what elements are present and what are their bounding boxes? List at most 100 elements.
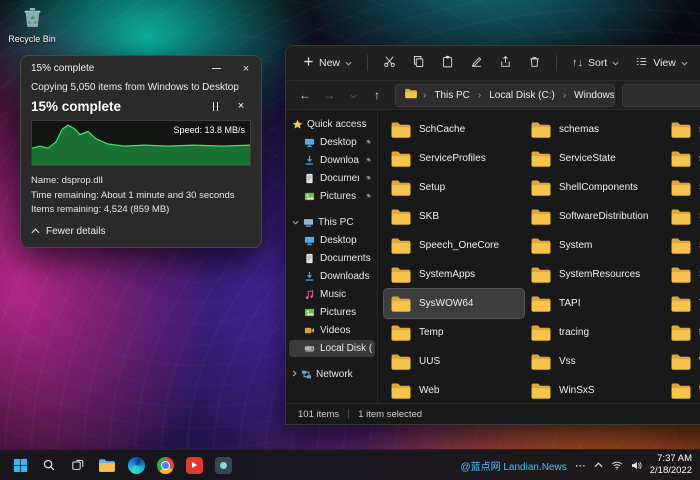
folder-item[interactable]: ShellComponents	[524, 173, 664, 202]
folder-item[interactable]: SystemTemp	[664, 260, 700, 289]
clock[interactable]: 7:37 AM 2/18/2022	[650, 453, 692, 478]
items-count: 101 items	[298, 409, 339, 420]
folder-item[interactable]: Tasks	[664, 289, 700, 318]
breadcrumb-separator: ›	[478, 90, 481, 101]
sidebar-item-downloads[interactable]: Downloads	[289, 268, 375, 285]
recycle-bin[interactable]: Recycle Bin	[3, 5, 61, 44]
folder-item[interactable]: Speech_OneCore	[384, 231, 524, 260]
sidebar-item-downloads[interactable]: Downloads	[289, 152, 375, 169]
folder-item[interactable]: WaaS	[664, 347, 700, 376]
back-button[interactable]: ←	[294, 84, 316, 106]
media-app-icon	[186, 457, 203, 474]
cut-button[interactable]	[376, 50, 403, 76]
folder-item[interactable]: WUModels	[664, 376, 700, 403]
sidebar-item-local-disk-c-[interactable]: Local Disk (C:)	[289, 340, 375, 357]
paste-button[interactable]	[434, 50, 461, 76]
folder-icon	[530, 179, 552, 197]
breadcrumb-item[interactable]: This PC	[431, 89, 473, 102]
folder-item[interactable]: SchCache	[384, 115, 524, 144]
cancel-button[interactable]: ×	[231, 98, 251, 114]
folder-icon	[670, 353, 692, 371]
folder-item[interactable]: SystemResources	[524, 260, 664, 289]
up-button[interactable]: ↑	[366, 84, 388, 106]
recent-locations-button[interactable]	[342, 84, 364, 106]
folder-item[interactable]: Speech	[664, 202, 700, 231]
folder-icon	[530, 353, 552, 371]
task-view-button[interactable]	[66, 453, 90, 477]
details-toggle[interactable]: Fewer details	[31, 226, 105, 237]
folder-item[interactable]: ShellExperiences	[664, 173, 700, 202]
breadcrumb-item[interactable]: Local Disk (C:)	[486, 89, 558, 102]
folder-item[interactable]: System	[524, 231, 664, 260]
tray-ellipsis-icon[interactable]: ⋯	[575, 459, 586, 472]
folder-item[interactable]: tracing	[524, 318, 664, 347]
share-button[interactable]	[492, 50, 519, 76]
folder-item[interactable]: SKB	[384, 202, 524, 231]
folder-item[interactable]: SoftwareDistribution	[524, 202, 664, 231]
quick-access-header[interactable]: Quick access	[289, 116, 375, 133]
wifi-icon[interactable]	[611, 461, 623, 470]
browser-taskbar-button[interactable]	[153, 453, 177, 477]
folder-item[interactable]: security	[664, 115, 700, 144]
network-header[interactable]: Network	[289, 366, 375, 383]
folder-item[interactable]: twain_32	[664, 318, 700, 347]
folder-item[interactable]: schemas	[524, 115, 664, 144]
sidebar-item-music[interactable]: Music	[289, 286, 375, 303]
folder-item[interactable]: Web	[384, 376, 524, 403]
new-button[interactable]: New	[296, 51, 359, 75]
tray-chevron-up-icon[interactable]	[594, 462, 603, 468]
folder-icon	[390, 208, 412, 226]
delete-button[interactable]	[521, 50, 548, 76]
desktop-icon	[304, 137, 315, 148]
taskbar: @蓝点网 Landian.News ⋯ 7:37 AM 2/18/2022	[0, 449, 700, 480]
folder-icon	[670, 266, 692, 284]
folder-item[interactable]: Vss	[524, 347, 664, 376]
folder-item[interactable]: System32	[664, 231, 700, 260]
sidebar-item-videos[interactable]: Videos	[289, 322, 375, 339]
volume-icon[interactable]	[631, 461, 642, 470]
tray-watermark-link[interactable]: @蓝点网 Landian.News	[460, 458, 566, 473]
forward-button[interactable]: →	[318, 84, 340, 106]
folder-label: UUS	[419, 356, 440, 367]
edge-taskbar-button[interactable]	[124, 453, 148, 477]
app-taskbar-button[interactable]	[211, 453, 235, 477]
search-input[interactable]	[622, 84, 700, 107]
address-bar[interactable]: ›This PC›Local Disk (C:)›Windows	[395, 84, 615, 107]
sidebar-item-documents[interactable]: Documents	[289, 250, 375, 267]
pause-button[interactable]	[205, 98, 225, 114]
tray-date: 2/18/2022	[650, 465, 692, 477]
folder-label: SKB	[419, 211, 439, 222]
folder-item[interactable]: UUS	[384, 347, 524, 376]
pause-icon	[213, 102, 214, 111]
media-app-taskbar-button[interactable]	[182, 453, 206, 477]
folder-icon	[390, 121, 412, 139]
file-explorer-taskbar-button[interactable]	[95, 453, 119, 477]
this-pc-header[interactable]: This PC	[289, 214, 375, 231]
folder-item[interactable]: ServiceState	[524, 144, 664, 173]
copy-button[interactable]	[405, 50, 432, 76]
rename-button[interactable]	[463, 50, 490, 76]
folder-item[interactable]: SysWOW64	[384, 289, 524, 318]
folder-item[interactable]: WinSxS	[524, 376, 664, 403]
search-button[interactable]	[37, 453, 61, 477]
start-button[interactable]	[8, 453, 32, 477]
sidebar-item-pictures[interactable]: Pictures	[289, 304, 375, 321]
folder-item[interactable]: Setup	[384, 173, 524, 202]
folder-label: SchCache	[419, 124, 465, 135]
folder-item[interactable]: SystemApps	[384, 260, 524, 289]
folder-item[interactable]: servicing	[664, 144, 700, 173]
close-button[interactable]: ×	[231, 56, 261, 81]
breadcrumb-item[interactable]: Windows	[571, 89, 615, 102]
sort-button[interactable]: ↑↓ Sort	[565, 52, 626, 74]
sidebar-item-desktop[interactable]: Desktop	[289, 232, 375, 249]
folder-item[interactable]: TAPI	[524, 289, 664, 318]
sidebar-item-label: Videos	[320, 325, 350, 336]
minimize-button[interactable]	[201, 56, 231, 81]
folder-item[interactable]: Temp	[384, 318, 524, 347]
windows-logo-icon	[13, 458, 28, 473]
view-button[interactable]: View	[628, 50, 695, 76]
sidebar-item-documents[interactable]: Documents	[289, 170, 375, 187]
folder-item[interactable]: ServiceProfiles	[384, 144, 524, 173]
sidebar-item-pictures[interactable]: Pictures	[289, 188, 375, 205]
sidebar-item-desktop[interactable]: Desktop	[289, 134, 375, 151]
